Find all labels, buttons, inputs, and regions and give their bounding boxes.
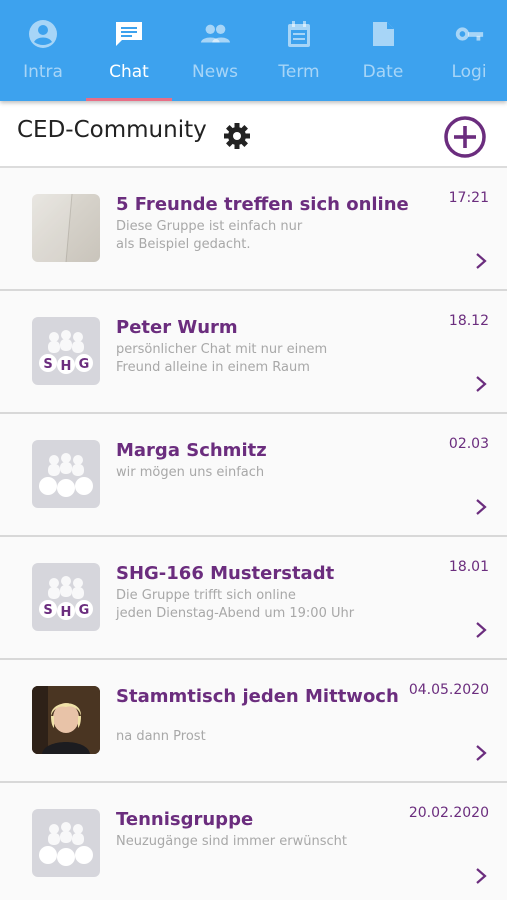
chat-list-item[interactable]: Tennisgruppe Neuzugänge sind immer erwün… xyxy=(0,783,507,900)
chat-description: Die Gruppe trifft sich online jeden Dien… xyxy=(116,588,355,621)
tab-termine[interactable]: Term xyxy=(256,0,342,101)
top-tab-bar: Intra Chat News Term Date Logi xyxy=(0,0,507,101)
chat-name: Tennisgruppe xyxy=(116,809,254,830)
calendar-icon xyxy=(283,18,315,50)
svg-text:S: S xyxy=(43,357,52,372)
chat-description: persönlicher Chat mit nur einem Freund a… xyxy=(116,342,328,375)
add-chat-button[interactable] xyxy=(443,115,487,159)
chat-timestamp: 02.03 xyxy=(448,436,489,452)
tab-label: Intra xyxy=(23,62,63,82)
chat-name: SHG-166 Musterstadt xyxy=(116,563,335,584)
add-circle-icon xyxy=(444,116,486,158)
chat-timestamp: 04.05.2020 xyxy=(408,682,489,698)
shg-group-icon: SHG xyxy=(32,563,100,631)
shg-group-icon: SHG xyxy=(32,317,100,385)
chat-name: Marga Schmitz xyxy=(116,440,267,461)
account-circle-icon xyxy=(27,18,59,50)
active-tab-indicator xyxy=(86,98,172,101)
key-icon xyxy=(453,18,485,50)
chevron-right-icon[interactable] xyxy=(475,621,487,639)
chat-timestamp: 18.01 xyxy=(448,559,489,575)
chat-list-item[interactable]: Stammtisch jeden Mittwoch na dann Prost … xyxy=(0,660,507,783)
svg-text:H: H xyxy=(61,605,72,620)
group-icon xyxy=(32,809,100,877)
svg-text:S: S xyxy=(43,603,52,618)
people-icon xyxy=(199,18,231,50)
tab-label: Logi xyxy=(451,62,487,82)
chat-list: 5 Freunde treffen sich online Diese Grup… xyxy=(0,168,507,900)
chat-name: 5 Freunde treffen sich online xyxy=(116,194,409,215)
tab-label: Date xyxy=(362,62,404,82)
group-icon xyxy=(32,440,100,508)
chat-list-item[interactable]: SHG SHG-166 Musterstadt Die Gruppe triff… xyxy=(0,537,507,660)
chat-avatar-photo xyxy=(32,686,100,754)
chat-avatar-photo xyxy=(32,194,100,262)
chat-description: na dann Prost xyxy=(116,729,206,744)
tab-login[interactable]: Logi xyxy=(426,0,507,101)
tab-chat[interactable]: Chat xyxy=(86,0,172,101)
chat-timestamp: 18.12 xyxy=(448,313,489,329)
tab-intranet[interactable]: Intra xyxy=(0,0,86,101)
file-icon xyxy=(367,18,399,50)
chevron-right-icon[interactable] xyxy=(475,498,487,516)
chat-list-item[interactable]: Marga Schmitz wir mögen uns einfach 02.0… xyxy=(0,414,507,537)
tab-news[interactable]: News xyxy=(172,0,258,101)
chat-name: Stammtisch jeden Mittwoch xyxy=(116,686,399,707)
chat-timestamp: 17:21 xyxy=(448,190,489,206)
chevron-right-icon[interactable] xyxy=(475,867,487,885)
chevron-right-icon[interactable] xyxy=(475,375,487,393)
chat-timestamp: 20.02.2020 xyxy=(408,805,489,821)
chat-name: Peter Wurm xyxy=(116,317,238,338)
tab-dateien[interactable]: Date xyxy=(340,0,426,101)
gear-icon[interactable] xyxy=(222,121,252,151)
svg-text:H: H xyxy=(61,359,72,374)
chevron-right-icon[interactable] xyxy=(475,252,487,270)
chat-list-item[interactable]: SHG Peter Wurm persönlicher Chat mit nur… xyxy=(0,291,507,414)
chat-list-item[interactable]: 5 Freunde treffen sich online Diese Grup… xyxy=(0,168,507,291)
tab-label: News xyxy=(192,62,238,82)
tab-label: Term xyxy=(278,62,320,82)
tab-label: Chat xyxy=(109,62,149,82)
chat-icon xyxy=(113,18,145,50)
page-title: CED-Community xyxy=(17,117,207,143)
chevron-right-icon[interactable] xyxy=(475,744,487,762)
chat-description: wir mögen uns einfach xyxy=(116,465,265,480)
svg-text:G: G xyxy=(79,603,90,618)
chat-description: Neuzugänge sind immer erwünscht xyxy=(116,834,347,849)
svg-text:G: G xyxy=(79,357,90,372)
chat-description: Diese Gruppe ist einfach nur als Beispie… xyxy=(116,219,303,252)
chat-header: CED-Community xyxy=(0,101,507,168)
